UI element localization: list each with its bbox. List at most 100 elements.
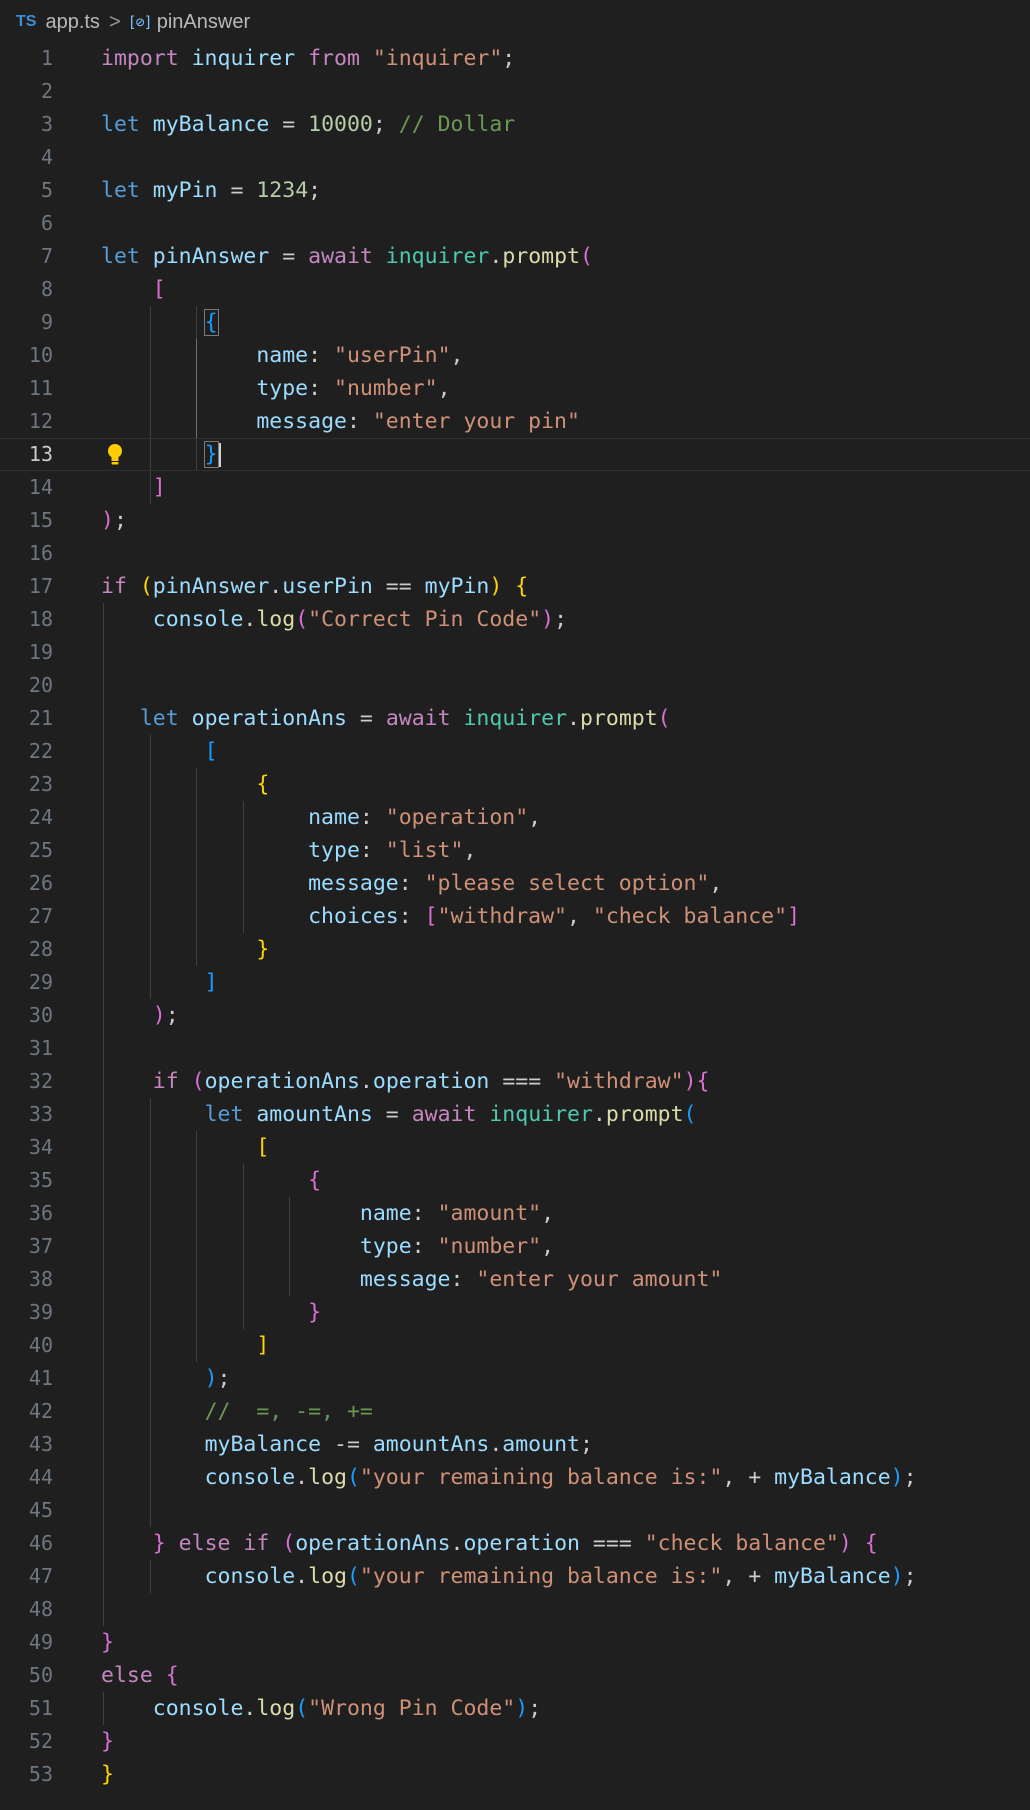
- code-line[interactable]: 20: [0, 669, 1030, 702]
- code-token: console: [204, 1465, 296, 1490]
- code-line[interactable]: 13 }: [0, 438, 1030, 471]
- code-line[interactable]: 31: [0, 1032, 1030, 1065]
- code-line[interactable]: 40 ]: [0, 1329, 1030, 1362]
- code-line[interactable]: 32 if (operationAns.operation === "withd…: [0, 1065, 1030, 1098]
- code-text: }: [101, 933, 269, 966]
- code-line[interactable]: 27 choices: ["withdraw", "check balance"…: [0, 900, 1030, 933]
- code-line[interactable]: 24 name: "operation",: [0, 801, 1030, 834]
- code-line[interactable]: 8 [: [0, 273, 1030, 306]
- code-line[interactable]: 45: [0, 1494, 1030, 1527]
- line-number: 40: [28, 1333, 53, 1357]
- code-token: ,: [541, 1201, 555, 1226]
- code-line[interactable]: 16: [0, 537, 1030, 570]
- line-number: 18: [28, 607, 53, 631]
- code-line[interactable]: 37 type: "number",: [0, 1230, 1030, 1263]
- code-line[interactable]: 29 ]: [0, 966, 1030, 999]
- code-token: :: [359, 838, 386, 863]
- line-number: 17: [28, 574, 53, 598]
- code-token: console: [152, 1696, 244, 1721]
- code-line[interactable]: 50 else {: [0, 1659, 1030, 1692]
- code-token: myPin: [152, 178, 218, 203]
- code-line[interactable]: 39 }: [0, 1296, 1030, 1329]
- code-line[interactable]: 4: [0, 141, 1030, 174]
- code-line[interactable]: 44 console.log("your remaining balance i…: [0, 1461, 1030, 1494]
- code-line[interactable]: 34 [: [0, 1131, 1030, 1164]
- code-line[interactable]: 12 message: "enter your pin": [0, 405, 1030, 438]
- code-line[interactable]: 26 message: "please select option",: [0, 867, 1030, 900]
- code-token: let: [101, 112, 153, 137]
- code-token: }: [101, 1729, 114, 1754]
- code-line[interactable]: 35 {: [0, 1164, 1030, 1197]
- code-line[interactable]: 46 } else if (operationAns.operation ===…: [0, 1527, 1030, 1560]
- code-line[interactable]: 18 console.log("Correct Pin Code");: [0, 603, 1030, 636]
- code-line[interactable]: 53}: [0, 1758, 1030, 1791]
- line-number: 50: [28, 1663, 53, 1687]
- code-line[interactable]: 21 let operationAns = await inquirer.pro…: [0, 702, 1030, 735]
- code-token: ): [152, 1003, 166, 1028]
- code-line[interactable]: 22 [: [0, 735, 1030, 768]
- breadcrumb-symbol-name[interactable]: pinAnswer: [157, 11, 250, 34]
- code-line[interactable]: 25 type: "list",: [0, 834, 1030, 867]
- line-number: 19: [28, 640, 53, 664]
- code-token: ): [515, 1696, 529, 1721]
- line-number: 6: [40, 211, 53, 235]
- code-editor[interactable]: 1 import inquirer from "inquirer"; 2 3 let m…: [0, 42, 1030, 1791]
- code-line[interactable]: 15);: [0, 504, 1030, 537]
- code-line[interactable]: 7 let pinAnswer = await inquirer.prompt(: [0, 240, 1030, 273]
- code-line[interactable]: 5 let myPin = 1234;: [0, 174, 1030, 207]
- code-line[interactable]: 42 // =, -=, +=: [0, 1395, 1030, 1428]
- code-token: ): [890, 1465, 904, 1490]
- code-line[interactable]: 9 {: [0, 306, 1030, 339]
- code-line[interactable]: 2: [0, 75, 1030, 108]
- code-token: ]: [204, 970, 218, 995]
- code-line[interactable]: 43 myBalance -= amountAns.amount;: [0, 1428, 1030, 1461]
- code-line[interactable]: 6: [0, 207, 1030, 240]
- code-line[interactable]: 19: [0, 636, 1030, 669]
- line-number: 39: [28, 1300, 53, 1324]
- code-token: ): [101, 508, 114, 533]
- code-line[interactable]: 47 console.log("your remaining balance i…: [0, 1560, 1030, 1593]
- code-token: log: [256, 1696, 296, 1721]
- code-token: log: [308, 1465, 347, 1490]
- code-line[interactable]: 30 );: [0, 999, 1030, 1032]
- code-token: ): [204, 1366, 218, 1391]
- code-line[interactable]: 23 {: [0, 768, 1030, 801]
- code-line[interactable]: 52}: [0, 1725, 1030, 1758]
- code-line[interactable]: 17 if (pinAnswer.userPin == myPin) {: [0, 570, 1030, 603]
- code-line[interactable]: 10 name: "userPin",: [0, 339, 1030, 372]
- code-line[interactable]: 3 let myBalance = 10000; // Dollar: [0, 108, 1030, 141]
- code-line[interactable]: 1 import inquirer from "inquirer";: [0, 42, 1030, 75]
- code-line[interactable]: 14 ]: [0, 471, 1030, 504]
- code-line[interactable]: 33 let amountAns = await inquirer.prompt…: [0, 1098, 1030, 1131]
- code-token: await: [411, 1102, 490, 1127]
- code-line[interactable]: 36 name: "amount",: [0, 1197, 1030, 1230]
- code-token: .: [567, 706, 580, 731]
- code-text: [: [101, 735, 218, 768]
- code-token: ): [890, 1564, 904, 1589]
- code-token: amount: [502, 1432, 580, 1457]
- code-line[interactable]: 38 message: "enter your amount": [0, 1263, 1030, 1296]
- code-line[interactable]: 11 type: "number",: [0, 372, 1030, 405]
- code-token: ): [683, 1069, 697, 1094]
- code-token: ;: [113, 508, 127, 533]
- code-line[interactable]: 28 }: [0, 933, 1030, 966]
- code-token: operationAns: [204, 1069, 360, 1094]
- code-line[interactable]: 48: [0, 1593, 1030, 1626]
- code-token: (: [139, 574, 153, 599]
- code-token: :: [398, 904, 425, 929]
- code-line[interactable]: 41 );: [0, 1362, 1030, 1395]
- code-line[interactable]: 49}: [0, 1626, 1030, 1659]
- breadcrumb-file-name[interactable]: app.ts: [45, 11, 99, 34]
- code-line[interactable]: 51 console.log("Wrong Pin Code");: [0, 1692, 1030, 1725]
- code-token: {: [165, 1663, 179, 1688]
- code-token: type: [308, 838, 360, 863]
